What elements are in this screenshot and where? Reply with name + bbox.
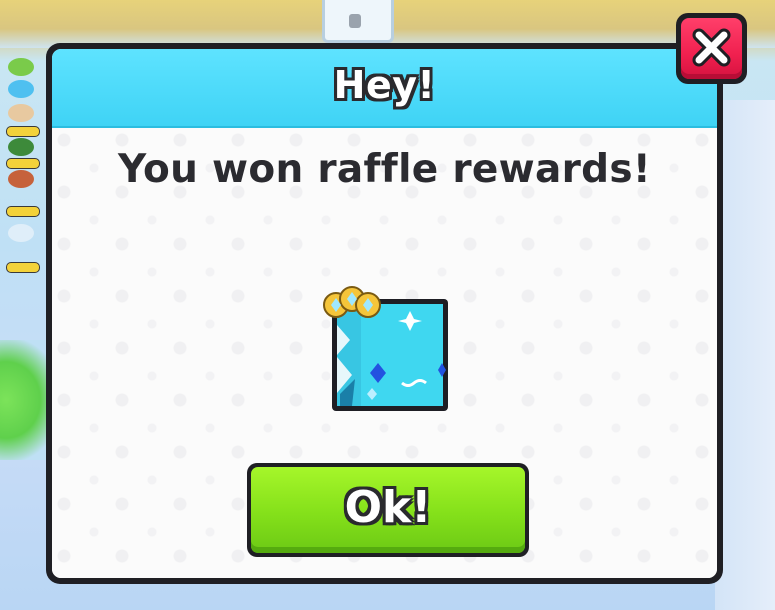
close-button[interactable]	[676, 13, 747, 84]
pet-icon	[8, 170, 34, 188]
pet-icon	[8, 80, 34, 98]
background-wall-right	[715, 100, 775, 610]
pet-tag	[6, 262, 40, 273]
pet-icon	[8, 138, 34, 156]
ok-button-face: Ok!	[251, 467, 525, 553]
pet-icon	[8, 104, 34, 122]
crown-icon	[323, 286, 381, 318]
reward-message: You won raffle rewards!	[118, 147, 651, 192]
background-pets	[0, 38, 50, 298]
pet-icon	[8, 58, 34, 76]
pet-tag	[6, 206, 40, 217]
pet-tag	[6, 158, 40, 169]
ok-button[interactable]: Ok!	[247, 463, 529, 557]
reward-dialog: Hey! You won raffle rewards! Ok!	[46, 43, 723, 584]
close-icon	[692, 28, 731, 67]
dialog-header: Hey!	[52, 49, 717, 128]
lock-icon	[349, 14, 361, 28]
pet-tag	[6, 126, 40, 137]
reward-item	[322, 285, 458, 415]
dialog-title: Hey!	[333, 63, 436, 107]
pet-icon	[8, 224, 34, 242]
close-button-face	[681, 18, 742, 79]
ok-button-label: Ok!	[344, 482, 432, 533]
dialog-panel: Hey! You won raffle rewards! Ok!	[52, 49, 717, 578]
